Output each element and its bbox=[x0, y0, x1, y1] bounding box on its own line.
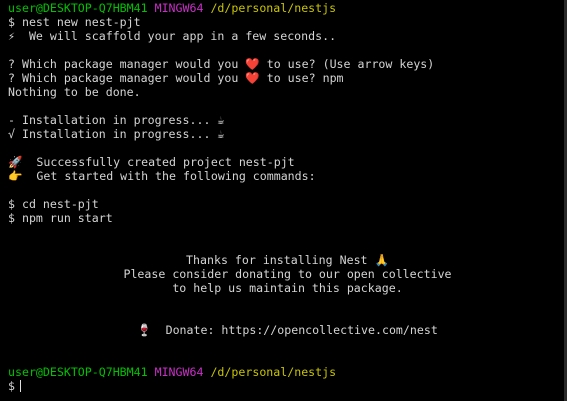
prompt-header-2: user@DESKTOP-Q7HBM41 MINGW64 /d/personal… bbox=[8, 365, 567, 379]
wine-glass-icon: 🍷 bbox=[137, 323, 152, 337]
prompt-dollar: $ bbox=[8, 379, 15, 393]
install-done-line: √ Installation in progress... ☕ bbox=[8, 127, 567, 141]
get-started-line: 👉 Get started with the following command… bbox=[8, 169, 567, 183]
install-progress-text: - Installation in progress... bbox=[8, 113, 218, 127]
success-text: Successfully created project nest-pjt bbox=[22, 155, 295, 169]
donate-url-text[interactable]: Donate: https://opencollective.com/nest bbox=[152, 323, 438, 337]
question-text-end: to use? npm bbox=[259, 71, 344, 85]
scaffold-line: ⚡ We will scaffold your app in a few sec… bbox=[8, 29, 567, 43]
prompt-shell: MINGW64 bbox=[154, 365, 204, 379]
question-package-manager-1: ? Which package manager would you ❤️ to … bbox=[8, 57, 567, 71]
input-line[interactable]: $ bbox=[8, 379, 567, 393]
terminal-window[interactable]: user@DESKTOP-Q7HBM41 MINGW64 /d/personal… bbox=[0, 0, 567, 401]
success-line: 🚀 Successfully created project nest-pjt bbox=[8, 155, 567, 169]
prompt-path: /d/personal/nestjs bbox=[210, 365, 337, 379]
question-text: ? Which package manager would you bbox=[8, 57, 246, 71]
pointing-hand-icon: 👉 bbox=[8, 169, 23, 183]
donate-request-line: Please consider donating to our open col… bbox=[123, 267, 452, 281]
question-package-manager-2: ? Which package manager would you ❤️ to … bbox=[8, 71, 567, 85]
thanks-line: Thanks for installing Nest 🙏 bbox=[8, 253, 567, 267]
lightning-icon: ⚡ bbox=[8, 29, 15, 43]
rocket-icon: 🚀 bbox=[8, 155, 23, 169]
get-started-text: Get started with the following commands: bbox=[22, 169, 316, 183]
prompt-header: user@DESKTOP-Q7HBM41 MINGW64 /d/personal… bbox=[8, 1, 567, 15]
heart-icon: ❤️ bbox=[245, 71, 260, 85]
question-text: ? Which package manager would you bbox=[8, 71, 246, 85]
scaffold-text: We will scaffold your app in a few secon… bbox=[14, 29, 337, 43]
text-cursor bbox=[19, 380, 21, 392]
maintain-line: to help us maintain this package. bbox=[172, 281, 403, 295]
prompt-shell: MINGW64 bbox=[154, 1, 204, 15]
prompt-user: user@DESKTOP-Q7HBM41 bbox=[8, 365, 148, 379]
prompt-path: /d/personal/nestjs bbox=[210, 1, 337, 15]
prompt-user: user@DESKTOP-Q7HBM41 bbox=[8, 1, 148, 15]
thanks-text: Thanks for installing Nest bbox=[186, 253, 375, 267]
command-nest-new: $ nest new nest-pjt bbox=[8, 15, 141, 29]
heart-icon: ❤️ bbox=[245, 57, 260, 71]
command-cd: $ cd nest-pjt bbox=[8, 197, 99, 211]
install-progress-line: - Installation in progress... ☕ bbox=[8, 113, 567, 127]
coffee-icon: ☕ bbox=[217, 127, 225, 141]
question-text-end: to use? (Use arrow keys) bbox=[259, 57, 435, 71]
pray-icon: 🙏 bbox=[374, 253, 389, 267]
coffee-icon: ☕ bbox=[217, 113, 225, 127]
command-npm-start: $ npm run start bbox=[8, 211, 113, 225]
install-done-text: √ Installation in progress... bbox=[8, 127, 218, 141]
donate-url-line: 🍷 Donate: https://opencollective.com/nes… bbox=[8, 323, 567, 337]
nothing-to-be-done: Nothing to be done. bbox=[8, 85, 141, 99]
